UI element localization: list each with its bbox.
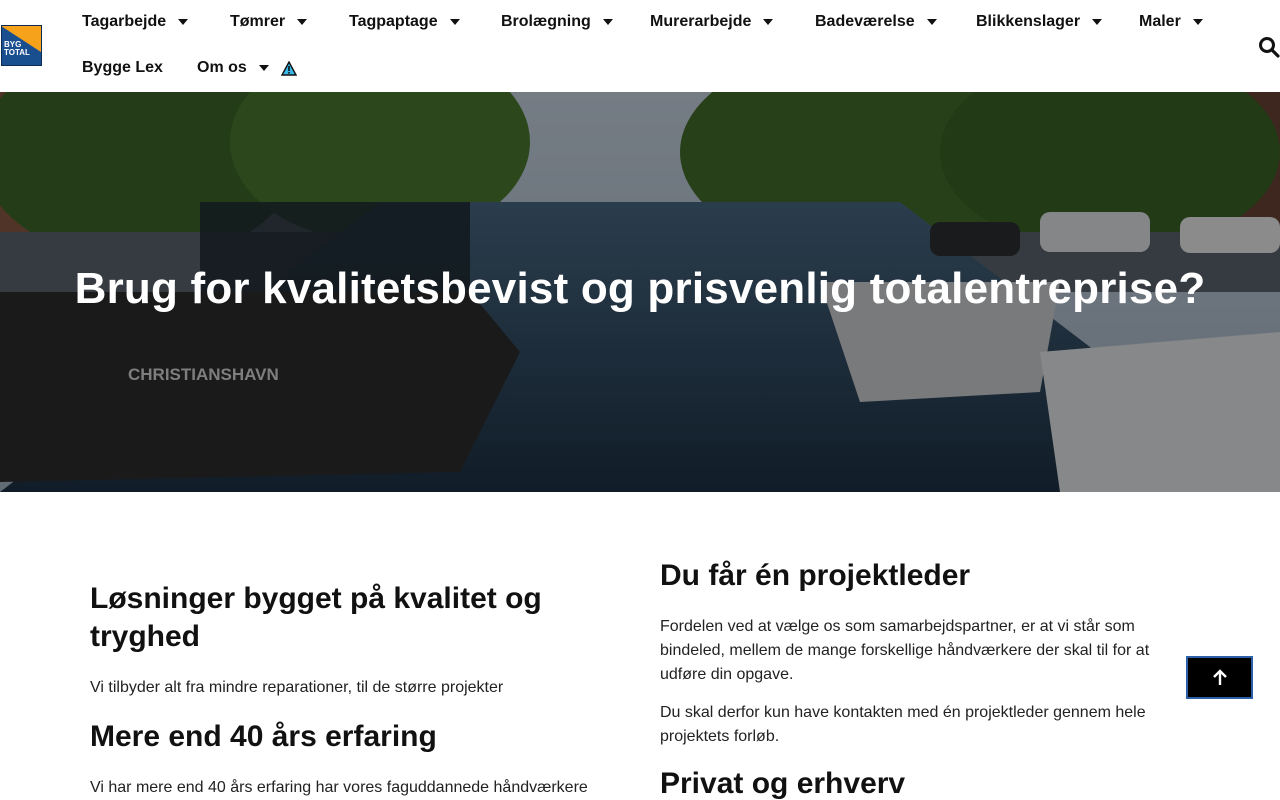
section-heading: Privat og erhverv xyxy=(660,767,906,800)
search-icon[interactable] xyxy=(1258,36,1280,58)
logo-text: BYG TOTAL xyxy=(4,40,30,57)
warning-icon xyxy=(280,60,297,76)
logo[interactable]: BYG TOTAL xyxy=(1,25,42,66)
caret-down-icon xyxy=(1092,19,1103,25)
nav-label: Bygge Lex xyxy=(82,59,163,76)
site-header: BYG TOTAL Tagarbejde Tømrer Tagpaptage B… xyxy=(0,0,1280,92)
section-heading: Mere end 40 års erfaring xyxy=(90,720,437,753)
section-text: Fordelen ved at vælge os som samarbejdsp… xyxy=(660,618,1150,683)
caret-down-icon xyxy=(602,19,613,25)
caret-down-icon xyxy=(178,19,189,25)
caret-down-icon xyxy=(297,19,308,25)
nav-item-blikkenslager[interactable]: Blikkenslager xyxy=(976,13,1103,31)
nav-item-tomrer[interactable]: Tømrer xyxy=(230,13,308,31)
nav-label: Blikkenslager xyxy=(976,13,1081,30)
nav-item-tagpaptage[interactable]: Tagpaptage xyxy=(349,13,460,31)
nav-label: Badeværelse xyxy=(815,13,915,30)
section-text: Vi har mere end 40 års erfaring har vore… xyxy=(90,779,588,796)
nav-label: Tagpaptage xyxy=(349,13,438,30)
nav-item-om-os[interactable]: Om os xyxy=(197,59,297,77)
right-column: Du får én projektleder Fordelen ved at v… xyxy=(660,557,1160,800)
nav-label: Om os xyxy=(197,59,247,76)
arrow-up-icon xyxy=(1212,668,1227,685)
nav-item-badevaerelse[interactable]: Badeværelse xyxy=(815,13,937,31)
nav-item-bygge-lex[interactable]: Bygge Lex xyxy=(82,59,163,77)
nav-item-brolaegning[interactable]: Brolægning xyxy=(501,13,613,31)
nav-label: Brolægning xyxy=(501,13,591,30)
caret-down-icon xyxy=(449,19,460,25)
caret-down-icon xyxy=(926,19,937,25)
caret-down-icon xyxy=(258,65,269,71)
nav-label: Murerarbejde xyxy=(650,13,752,30)
nav-label: Maler xyxy=(1139,13,1181,30)
caret-down-icon xyxy=(763,19,774,25)
nav-item-maler[interactable]: Maler xyxy=(1139,13,1203,31)
nav-item-tagarbejde[interactable]: Tagarbejde xyxy=(82,13,189,31)
hero-banner: CHRISTIANSHAVN Brug for kvalitetsbevist … xyxy=(0,92,1280,492)
section-heading: Løsninger bygget på kvalitet og tryghed xyxy=(90,582,542,653)
nav-label: Tagarbejde xyxy=(82,13,167,30)
left-column: Løsninger bygget på kvalitet og tryghed … xyxy=(90,580,620,800)
nav-label: Tømrer xyxy=(230,13,286,30)
nav-item-murerarbejde[interactable]: Murerarbejde xyxy=(650,13,774,31)
back-to-top-button[interactable] xyxy=(1186,656,1253,699)
section-text: Du skal derfor kun have kontakten med én… xyxy=(660,704,1146,745)
section-text: Vi tilbyder alt fra mindre reparationer,… xyxy=(90,679,504,696)
section-heading: Du får én projektleder xyxy=(660,559,971,592)
hero-title: Brug for kvalitetsbevist og prisvenlig t… xyxy=(74,264,1206,313)
caret-down-icon xyxy=(1192,19,1203,25)
